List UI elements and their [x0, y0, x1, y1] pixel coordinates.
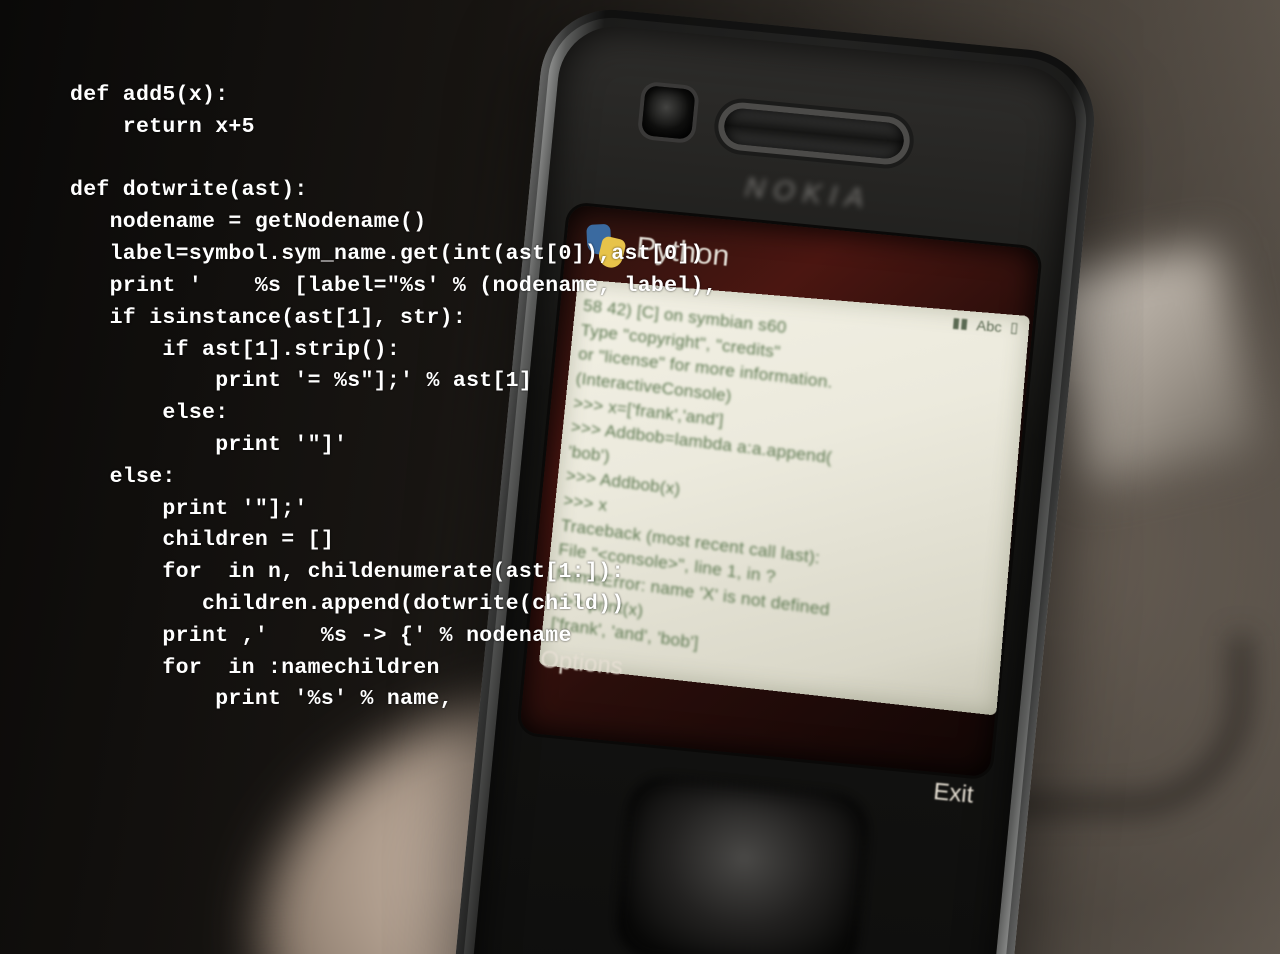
input-mode: Abc — [976, 316, 1003, 334]
signal-icon: ▮▮ — [951, 314, 969, 332]
photo-scene: NOKIA Python ▮▮ Abc ▯ 58 42) [C] on symb… — [0, 0, 1280, 954]
code-overlay: def add5(x): return x+5 def dotwrite(ast… — [70, 80, 717, 716]
softkey-exit[interactable]: Exit — [932, 778, 975, 810]
battery-icon: ▯ — [1009, 319, 1019, 337]
nav-dpad[interactable] — [614, 775, 870, 954]
status-bar: ▮▮ Abc ▯ — [951, 314, 1019, 337]
